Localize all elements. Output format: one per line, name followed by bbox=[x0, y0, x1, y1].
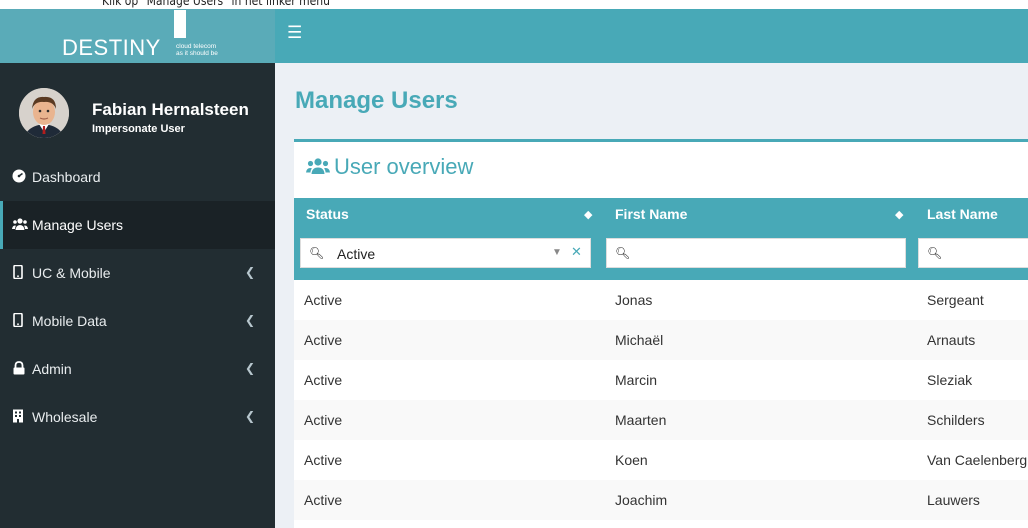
table-header: Status ◆ First Name ◆ Last Name bbox=[294, 198, 1028, 236]
page-title: Manage Users bbox=[295, 87, 458, 114]
users-icon bbox=[12, 217, 28, 231]
sidebar-item-label: Manage Users bbox=[32, 217, 124, 233]
chevron-down-icon[interactable]: ▼ bbox=[552, 247, 562, 258]
sidebar-item-label: Wholesale bbox=[32, 409, 98, 425]
table-row[interactable]: Active Michaël Arnauts bbox=[294, 320, 1028, 360]
table-row[interactable]: Active Koen Van Caelenberg bbox=[294, 440, 1028, 480]
sidebar-item-label: UC & Mobile bbox=[32, 265, 111, 281]
sort-icon[interactable]: ◆ bbox=[895, 208, 903, 221]
search-icon: 🔍︎ bbox=[309, 246, 325, 260]
search-icon: 🔍︎ bbox=[927, 246, 943, 260]
chevron-left-icon: ❮ bbox=[245, 313, 256, 327]
cell-first-name: Koen bbox=[615, 452, 648, 468]
top-navbar: DESTINY cloud telecom as it should be ☰ bbox=[0, 9, 1028, 63]
chevron-left-icon: ❮ bbox=[245, 361, 256, 375]
column-header-first-name[interactable]: First Name bbox=[615, 206, 687, 222]
logo-tagline-line1: cloud telecom bbox=[176, 43, 217, 50]
sidebar-item-wholesale[interactable]: Wholesale ❮ bbox=[0, 393, 275, 441]
logo-text: DESTINY bbox=[62, 35, 161, 60]
logo-tagline: cloud telecom as it should be bbox=[176, 43, 218, 57]
impersonate-user-link[interactable]: Impersonate User bbox=[92, 123, 185, 135]
cell-last-name: Sleziak bbox=[927, 372, 973, 388]
chevron-left-icon: ❮ bbox=[245, 265, 256, 279]
sidebar-item-mobile-data[interactable]: Mobile Data ❮ bbox=[0, 297, 275, 345]
users-icon bbox=[306, 155, 334, 181]
tutorial-caption: Klik op "Manage Users" in het linker men… bbox=[0, 0, 1028, 9]
sidebar-item-uc-mobile[interactable]: UC & Mobile ❮ bbox=[0, 249, 275, 297]
logo-flag-icon bbox=[174, 10, 186, 38]
column-header-last-name[interactable]: Last Name bbox=[927, 206, 998, 222]
search-icon: 🔍︎ bbox=[615, 246, 631, 260]
first-name-filter-input[interactable]: 🔍︎ bbox=[606, 238, 906, 268]
logo[interactable]: DESTINY cloud telecom as it should be bbox=[0, 9, 275, 63]
cell-last-name: Schilders bbox=[927, 412, 985, 428]
sidebar-item-label: Mobile Data bbox=[32, 313, 107, 329]
user-name: Fabian Hernalsteen bbox=[92, 100, 249, 119]
clear-icon[interactable]: ✕ bbox=[571, 244, 587, 260]
box-title: User overview bbox=[306, 154, 473, 181]
cell-first-name: Marcin bbox=[615, 372, 658, 388]
cell-first-name: Jonas bbox=[615, 292, 653, 308]
table-row[interactable]: Active Joachim Lauwers bbox=[294, 480, 1028, 520]
cell-status: Active bbox=[304, 332, 343, 348]
building-icon bbox=[12, 409, 26, 423]
cell-status: Active bbox=[304, 492, 343, 508]
status-filter-select[interactable]: 🔍︎ Active ▼ ✕ bbox=[300, 238, 591, 268]
cell-first-name: Maarten bbox=[615, 412, 667, 428]
hamburger-icon[interactable]: ☰ bbox=[287, 23, 302, 43]
avatar-icon bbox=[19, 88, 69, 138]
cell-status: Active bbox=[304, 452, 343, 468]
table-row[interactable]: Active Maarten Schilders bbox=[294, 400, 1028, 440]
sidebar-item-label: Dashboard bbox=[32, 169, 101, 185]
sidebar-item-admin[interactable]: Admin ❮ bbox=[0, 345, 275, 393]
status-filter-value: Active bbox=[337, 246, 376, 262]
mobile-icon bbox=[12, 264, 26, 280]
mobile-icon bbox=[12, 312, 26, 328]
cell-status: Active bbox=[304, 412, 343, 428]
lock-icon bbox=[12, 361, 26, 375]
chevron-left-icon: ❮ bbox=[245, 409, 256, 423]
table-row[interactable]: Active Jonas Sergeant bbox=[294, 280, 1028, 320]
sidebar: Fabian Hernalsteen Impersonate User Dash… bbox=[0, 63, 275, 528]
cell-last-name: Arnauts bbox=[927, 332, 976, 348]
cell-status: Active bbox=[304, 372, 343, 388]
user-overview-box: User overview Status ◆ First Name ◆ Last… bbox=[294, 139, 1028, 528]
cell-last-name: Van Caelenberg bbox=[927, 452, 1028, 468]
column-header-status[interactable]: Status bbox=[306, 206, 349, 222]
sidebar-item-dashboard[interactable]: Dashboard bbox=[0, 153, 275, 201]
logo-tagline-line2: as it should be bbox=[176, 50, 218, 57]
main-content: Manage Users User overview Status ◆ Firs… bbox=[275, 63, 1028, 528]
table-row[interactable]: Active Marcin Sleziak bbox=[294, 360, 1028, 400]
cell-last-name: Sergeant bbox=[927, 292, 984, 308]
filter-row: 🔍︎ Active ▼ ✕ 🔍︎ 🔍︎ bbox=[294, 236, 1028, 280]
sidebar-item-label: Admin bbox=[32, 361, 72, 377]
avatar bbox=[19, 88, 69, 138]
cell-status: Active bbox=[304, 292, 343, 308]
user-panel: Fabian Hernalsteen Impersonate User bbox=[0, 63, 275, 153]
sort-icon[interactable]: ◆ bbox=[584, 208, 592, 221]
cell-last-name: Lauwers bbox=[927, 492, 980, 508]
last-name-filter-input[interactable]: 🔍︎ bbox=[918, 238, 1028, 268]
dashboard-icon bbox=[12, 169, 26, 183]
sidebar-item-manage-users[interactable]: Manage Users bbox=[0, 201, 275, 249]
cell-first-name: Michaël bbox=[615, 332, 664, 348]
caption-text: Klik op "Manage Users" in het linker men… bbox=[102, 0, 330, 8]
cell-first-name: Joachim bbox=[615, 492, 668, 508]
box-title-text: User overview bbox=[334, 154, 474, 179]
